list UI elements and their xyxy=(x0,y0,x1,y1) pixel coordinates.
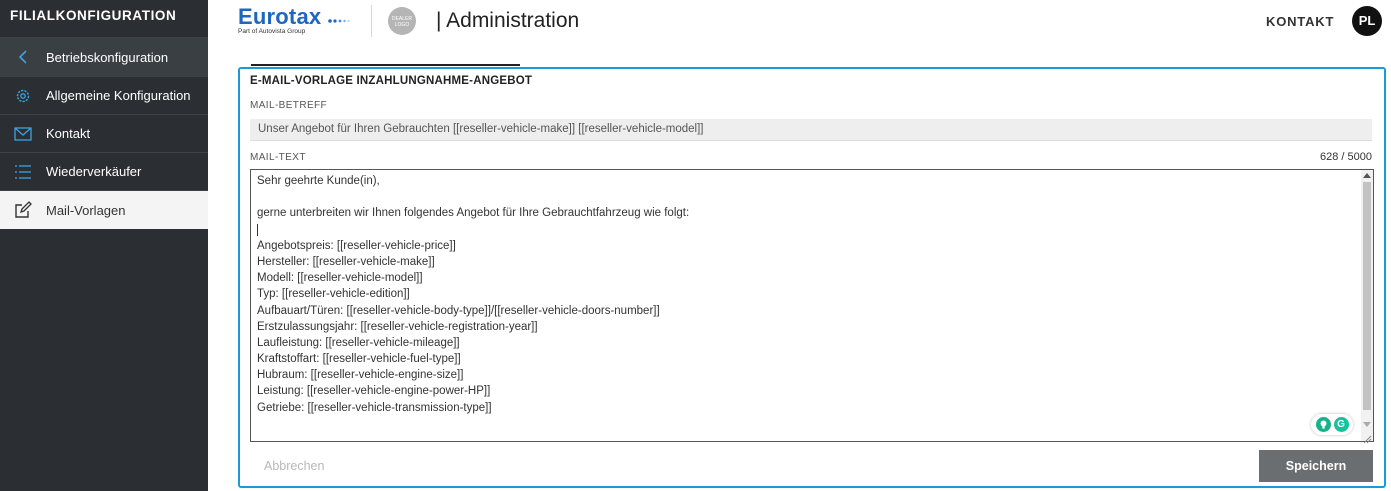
mail-text-line xyxy=(257,222,689,238)
textarea-scrollbar[interactable] xyxy=(1361,170,1373,441)
brand-name: Eurotax xyxy=(238,4,322,29)
subject-label: MAIL-BETREFF xyxy=(250,100,328,111)
brand-dots-icon xyxy=(327,11,350,29)
sidebar-item-betriebskonfiguration[interactable]: Betriebskonfiguration xyxy=(0,38,208,77)
mail-text-line: gerne unterbreiten wir Ihnen folgendes A… xyxy=(257,207,690,220)
gear-icon xyxy=(0,87,46,105)
edit-icon xyxy=(0,201,46,219)
page-title: | Administration xyxy=(436,9,580,32)
mail-text-line: Angebotspreis: [[reseller-vehicle-price]… xyxy=(257,239,456,252)
mail-text-line: Aufbauart/Türen: [[reseller-vehicle-body… xyxy=(257,304,660,317)
header-divider xyxy=(371,5,372,37)
sidebar-title: FILIALKONFIGURATION xyxy=(0,0,208,38)
mail-text-line: Typ: [[reseller-vehicle-edition]] xyxy=(257,288,410,301)
eurotax-logo[interactable]: Eurotax Part of Autovista Group xyxy=(238,5,350,35)
mail-text-content: Sehr geehrte Kunde(in), gerne unterbreite… xyxy=(257,173,689,416)
sidebar-item-label: Wiederverkäufer xyxy=(46,164,142,179)
sidebar-item-label: Mail-Vorlagen xyxy=(46,202,126,218)
mail-text-line: Leistung: [[reseller-vehicle-engine-powe… xyxy=(257,385,491,398)
active-tab-indicator xyxy=(251,64,520,66)
list-icon xyxy=(0,164,46,180)
subject-input[interactable]: Unser Angebot für Ihren Gebrauchten [[re… xyxy=(250,119,1372,141)
sidebar-item-label: Kontakt xyxy=(46,126,91,141)
mail-text-label: MAIL-TEXT xyxy=(250,152,306,163)
sidebar-item-label: Allgemeine Konfiguration xyxy=(46,88,191,103)
sidebar-item-allgemeine-konfiguration[interactable]: Allgemeine Konfiguration xyxy=(0,77,208,115)
sidebar-item-wiederverkaeufer[interactable]: Wiederverkäufer xyxy=(0,153,208,191)
sidebar-item-mail-vorlagen[interactable]: Mail-Vorlagen xyxy=(0,191,208,229)
mail-text-line: Erstzulassungsjahr: [[reseller-vehicle-r… xyxy=(257,320,538,333)
text-caret xyxy=(257,223,258,236)
cancel-button[interactable]: Abbrechen xyxy=(264,459,324,473)
mail-text-line: Modell: [[reseller-vehicle-model]] xyxy=(257,272,423,285)
top-header: Eurotax Part of Autovista Group DEALER L… xyxy=(208,0,1391,66)
mail-text-area[interactable]: Sehr geehrte Kunde(in), gerne unterbreite… xyxy=(250,169,1374,444)
panel-title: E-MAIL-VORLAGE INZAHLUNGNAHME-ANGEBOT xyxy=(250,75,533,87)
mail-text-line: Hersteller: [[reseller-vehicle-make]] xyxy=(257,255,435,268)
sidebar-item-label: Betriebskonfiguration xyxy=(46,49,169,65)
resize-handle-icon[interactable] xyxy=(1363,431,1372,444)
mail-text-line: Laufleistung: [[reseller-vehicle-mileage… xyxy=(257,336,460,349)
mail-text-line: Kraftstoffart: [[reseller-vehicle-fuel-t… xyxy=(257,353,461,366)
brand-subtitle: Part of Autovista Group xyxy=(238,28,306,35)
scrollbar-thumb[interactable] xyxy=(1363,182,1371,410)
contact-link[interactable]: KONTAKT xyxy=(1266,14,1334,29)
sidebar-item-kontakt[interactable]: Kontakt xyxy=(0,115,208,153)
mail-text-line: Hubraum: [[reseller-vehicle-engine-size]… xyxy=(257,369,464,382)
sidebar: FILIALKONFIGURATION Betriebskonfiguratio… xyxy=(0,0,208,491)
extension-badges[interactable]: G xyxy=(1311,414,1353,435)
save-button[interactable]: Speichern xyxy=(1259,450,1373,482)
mail-text-line: Getriebe: [[reseller-vehicle-transmissio… xyxy=(257,401,492,414)
chevron-left-icon xyxy=(0,49,46,65)
grammarly-icon[interactable]: G xyxy=(1333,417,1349,432)
avatar[interactable]: PL xyxy=(1352,6,1382,36)
envelope-icon xyxy=(0,126,46,141)
email-template-panel: E-MAIL-VORLAGE INZAHLUNGNAHME-ANGEBOT MA… xyxy=(238,67,1386,488)
lightbulb-icon[interactable] xyxy=(1315,417,1331,432)
mail-text-line xyxy=(257,189,689,205)
dealer-logo: DEALER LOGO xyxy=(388,7,416,35)
scroll-down-icon[interactable] xyxy=(1363,422,1371,427)
character-counter: 628 / 5000 xyxy=(1320,151,1372,163)
mail-text-line: Sehr geehrte Kunde(in), xyxy=(257,175,380,187)
scroll-up-icon[interactable] xyxy=(1363,173,1371,178)
